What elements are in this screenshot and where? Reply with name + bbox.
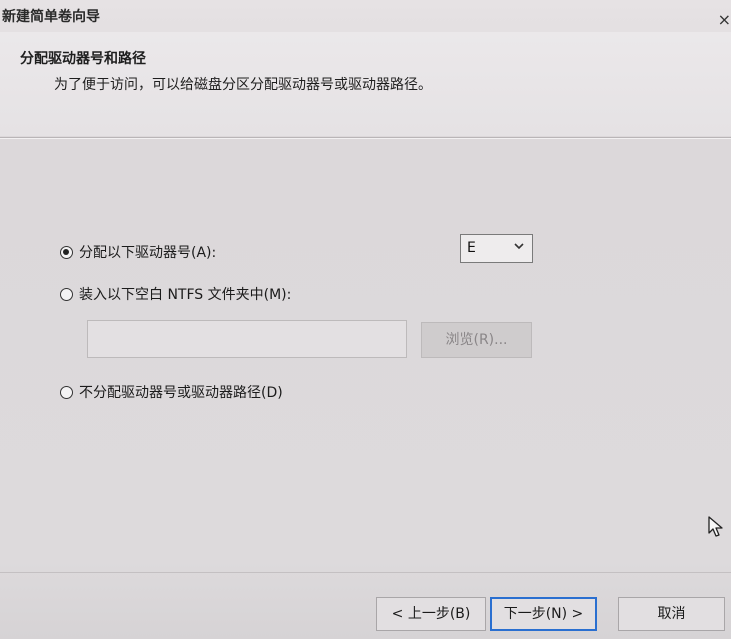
window-title: 新建简单卷向导 [2, 9, 100, 25]
mount-ntfs-folder-label: 装入以下空白 NTFS 文件夹中(M): [79, 287, 292, 303]
no-drive-letter-radio[interactable] [60, 385, 73, 399]
back-button[interactable]: < 上一步(B) [376, 597, 486, 631]
header-divider-highlight [0, 138, 731, 139]
title-bar: 新建简单卷向导 × [0, 0, 731, 32]
mount-ntfs-folder-radio[interactable] [60, 287, 73, 301]
assign-drive-letter-option[interactable]: 分配以下驱动器号(A): [60, 242, 216, 262]
page-subtitle: 为了便于访问，可以给磁盘分区分配驱动器号或驱动器路径。 [54, 77, 432, 93]
assign-drive-letter-label: 分配以下驱动器号(A): [79, 245, 217, 261]
cancel-button[interactable]: 取消 [618, 597, 725, 631]
no-drive-letter-label: 不分配驱动器号或驱动器路径(D) [79, 385, 283, 401]
assign-drive-letter-radio[interactable] [60, 245, 73, 259]
drive-letter-select[interactable]: E [460, 234, 533, 263]
close-icon[interactable]: × [718, 12, 731, 28]
chevron-down-icon [514, 243, 524, 250]
no-drive-letter-option[interactable]: 不分配驱动器号或驱动器路径(D) [60, 382, 283, 402]
browse-button[interactable]: 浏览(R)... [421, 322, 532, 358]
mouse-pointer-icon [708, 516, 723, 537]
wizard-header: 分配驱动器号和路径 为了便于访问，可以给磁盘分区分配驱动器号或驱动器路径。 [0, 32, 731, 136]
new-simple-volume-wizard: 新建简单卷向导 × 分配驱动器号和路径 为了便于访问，可以给磁盘分区分配驱动器号… [0, 0, 731, 639]
page-title: 分配驱动器号和路径 [20, 51, 146, 67]
mount-ntfs-folder-option[interactable]: 装入以下空白 NTFS 文件夹中(M): [60, 284, 291, 304]
drive-letter-value: E [467, 240, 476, 256]
footer-divider [0, 572, 731, 573]
folder-path-input[interactable] [87, 320, 407, 358]
next-button[interactable]: 下一步(N) > [490, 597, 597, 631]
